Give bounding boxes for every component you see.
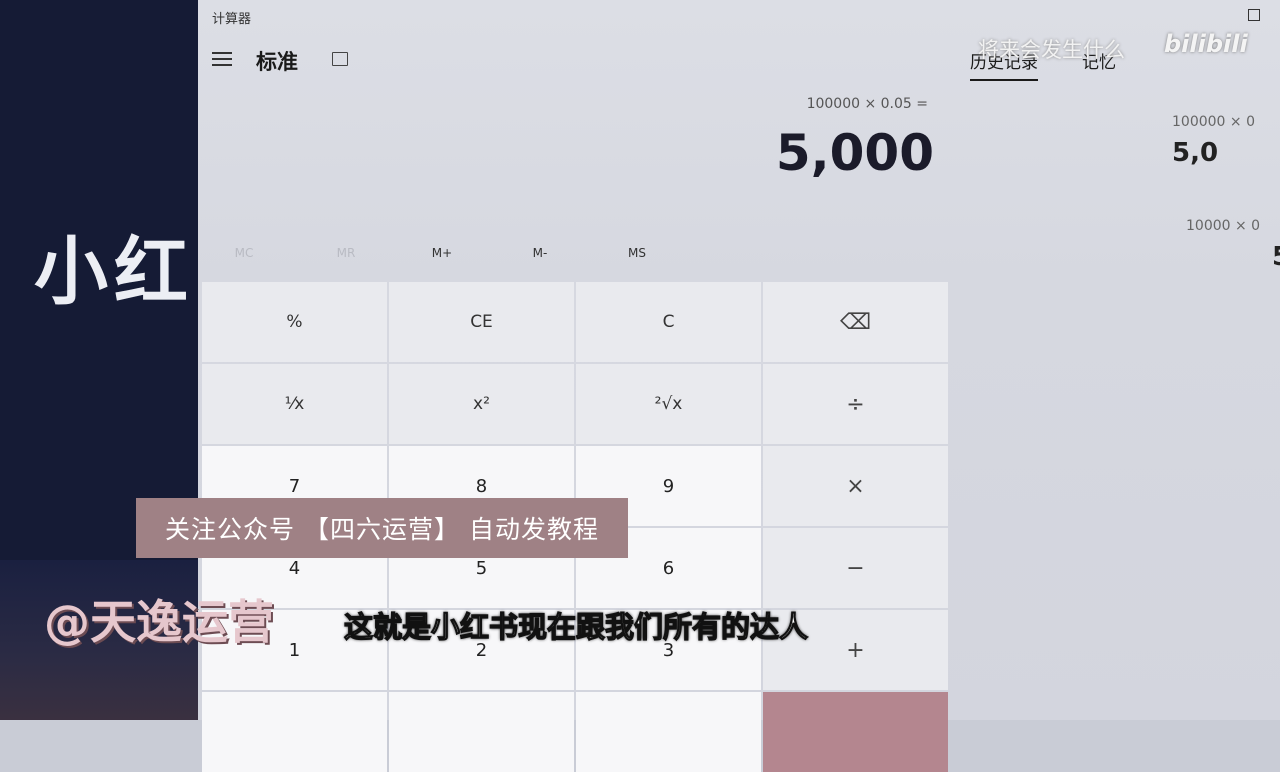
divide-button[interactable]: ÷: [763, 364, 948, 444]
mode-title: 标准: [256, 50, 298, 74]
video-subtitle: 这就是小红书现在跟我们所有的达人: [343, 609, 809, 644]
window-title: 计算器: [212, 12, 252, 27]
subtract-button[interactable]: −: [763, 528, 948, 608]
digit-0-button[interactable]: [389, 692, 574, 772]
backspace-icon[interactable]: ⌫: [763, 282, 948, 362]
clear-entry-button[interactable]: CE: [389, 282, 574, 362]
history-expression: 10000 × 0: [1186, 218, 1261, 234]
square-root-button[interactable]: ²√x: [576, 364, 761, 444]
memory-clear-button[interactable]: MC: [214, 246, 274, 260]
bilibili-logo: bilibili: [1164, 30, 1248, 58]
keep-on-top-icon[interactable]: [332, 52, 348, 66]
memory-store-button[interactable]: MS: [607, 246, 667, 260]
author-watermark: @天逸运营: [44, 595, 274, 649]
history-expression: 100000 × 0: [1172, 114, 1255, 130]
percent-button[interactable]: %: [202, 282, 387, 362]
equals-button[interactable]: [763, 692, 948, 772]
square-button[interactable]: x²: [389, 364, 574, 444]
result-display: 5,000: [775, 124, 934, 182]
clear-button[interactable]: C: [576, 282, 761, 362]
memory-recall-button[interactable]: MR: [316, 246, 376, 260]
menu-icon[interactable]: [212, 52, 232, 66]
maximize-icon[interactable]: [1248, 9, 1260, 21]
expression-display: 100000 × 0.05 =: [806, 96, 928, 112]
reciprocal-button[interactable]: ¹⁄x: [202, 364, 387, 444]
memory-add-button[interactable]: M+: [412, 246, 472, 260]
multiply-button[interactable]: ×: [763, 446, 948, 526]
history-item[interactable]: 10000 × 0 5: [1186, 218, 1280, 272]
negate-button[interactable]: [202, 692, 387, 772]
promo-banner: 关注公众号 【四六运营】 自动发教程: [136, 498, 628, 558]
memory-subtract-button[interactable]: M-: [510, 246, 570, 260]
left-big-text: 小红: [34, 229, 194, 315]
memory-row: MC MR M+ M- MS: [198, 246, 944, 268]
video-watermark: 将来会发生什么: [978, 38, 1125, 62]
history-value: 5: [1272, 242, 1280, 272]
history-value: 5,0: [1172, 138, 1219, 168]
history-item[interactable]: 100000 × 0 5,0: [1172, 114, 1280, 168]
decimal-button[interactable]: [576, 692, 761, 772]
